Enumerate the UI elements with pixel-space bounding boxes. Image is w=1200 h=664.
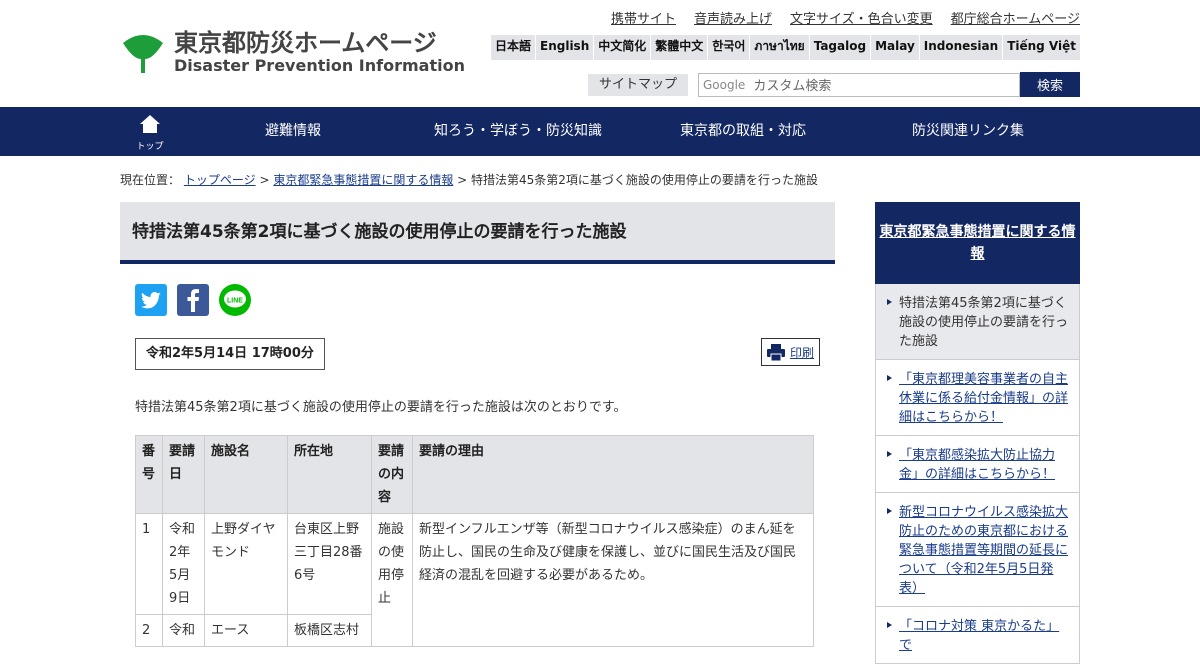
cell-facility-name: エース	[204, 614, 288, 647]
search-input[interactable]: Google カスタム検索	[698, 72, 1020, 97]
lang-chinese-traditional[interactable]: 繁體中文	[651, 35, 708, 60]
header-request-content: 要請の内容	[371, 435, 413, 514]
search-placeholder: カスタム検索	[753, 79, 832, 94]
search-button[interactable]: 検索	[1020, 72, 1080, 97]
lang-japanese[interactable]: 日本語	[490, 35, 535, 60]
sidebar-item-label: 特措法第45条第2項に基づく施設の使用停止の要請を行った施設	[899, 296, 1069, 349]
sidebar-item-link[interactable]: 新型コロナウイルス感染拡大防止のための東京都における緊急事態措置等期間の延長につ…	[899, 505, 1068, 596]
logo-title-en: Disaster Prevention Information	[174, 56, 465, 75]
main-nav: トップ 避難情報 知ろう・学ぼう・防災知識 東京都の取組・対応 防災関連リンク集	[0, 107, 1200, 156]
nav-links[interactable]: 防災関連リンク集	[912, 107, 1024, 156]
breadcrumb-current: 特措法第45条第2項に基づく施設の使用停止の要請を行った施設	[471, 173, 818, 187]
sidebar-list: 特措法第45条第2項に基づく施設の使用停止の要請を行った施設 「東京都理美容事業…	[875, 284, 1080, 664]
table-header-row: 番号 要請日 施設名 所在地 要請の内容 要請の理由	[135, 435, 814, 514]
intro-text: 特措法第45条第2項に基づく施設の使用停止の要請を行った施設は次のとおりです。	[135, 400, 627, 415]
nav-tokyo-measures[interactable]: 東京都の取組・対応	[680, 107, 806, 156]
line-icon[interactable]: LINE	[219, 284, 251, 316]
cell-address: 台東区上野三丁目28番6号	[287, 513, 372, 615]
main-content: 特措法第45条第2項に基づく施設の使用停止の要請を行った施設 LINE 令和2年…	[120, 202, 835, 647]
logo-title-ja: 東京都防災ホームページ	[174, 29, 437, 57]
sidebar-item-barber-benefit[interactable]: 「東京都理美容事業者の自主休業に係る給付金情報」の詳細はこちらから！	[876, 359, 1079, 435]
lang-vietnamese[interactable]: Tiếng Việt	[1003, 35, 1080, 60]
utility-links: 携帯サイト 音声読み上げ 文字サイズ・色合い変更 都庁総合ホームページ	[593, 8, 1080, 27]
publish-date: 令和2年5月14日 17時00分	[135, 338, 325, 370]
page-title: 特措法第45条第2項に基づく施設の使用停止の要請を行った施設	[120, 202, 835, 264]
table-row: 1 令和2年5月9日 上野ダイヤモンド 台東区上野三丁目28番6号 施設の使用停…	[135, 513, 814, 647]
sidebar-item-link[interactable]: 「東京都理美容事業者の自主休業に係る給付金情報」の詳細はこちらから！	[899, 372, 1068, 425]
svg-text:LINE: LINE	[227, 298, 243, 305]
print-button[interactable]: 印刷	[761, 338, 820, 366]
sidebar-heading: 東京都緊急事態措置に関する情報	[875, 202, 1080, 284]
sidebar-heading-link[interactable]: 東京都緊急事態措置に関する情報	[879, 221, 1076, 265]
header-facility-name: 施設名	[204, 435, 288, 514]
facebook-icon[interactable]	[177, 284, 209, 316]
arrow-right-icon	[887, 508, 892, 514]
breadcrumb-label: 現在位置：	[120, 173, 181, 187]
lang-english[interactable]: English	[536, 35, 594, 60]
search-row: サイトマップ Google カスタム検索 検索	[588, 72, 1080, 97]
breadcrumb-emergency[interactable]: 東京都緊急事態措置に関する情報	[273, 173, 453, 187]
sitemap-button[interactable]: サイトマップ	[588, 73, 688, 96]
breadcrumb: 現在位置： トップページ > 東京都緊急事態措置に関する情報 > 特措法第45条…	[120, 173, 818, 187]
arrow-right-icon	[887, 451, 892, 457]
nav-home[interactable]: トップ	[130, 114, 170, 152]
google-label: Google	[703, 77, 746, 92]
nav-home-label: トップ	[136, 142, 164, 152]
breadcrumb-top[interactable]: トップページ	[184, 173, 256, 187]
lang-indonesian[interactable]: Indonesian	[919, 35, 1003, 60]
lang-chinese-simplified[interactable]: 中文简化	[594, 35, 651, 60]
cell-address: 板橋区志村	[287, 614, 372, 647]
arrow-right-icon	[887, 622, 892, 628]
cell-request-date: 令和2年5月9日	[162, 513, 205, 615]
language-bar: 日本語 English 中文简化 繁體中文 한국어 ภาษาไทย Tagalo…	[490, 35, 1080, 60]
share-buttons: LINE	[135, 284, 835, 316]
sidebar-item-emergency-extension[interactable]: 新型コロナウイルス感染拡大防止のための東京都における緊急事態措置等期間の延長につ…	[876, 492, 1079, 606]
cell-facility-name: 上野ダイヤモンド	[204, 513, 288, 615]
cell-request-content: 施設の使用停止	[371, 513, 413, 647]
text-size-color-link[interactable]: 文字サイズ・色合い変更	[790, 8, 933, 27]
arrow-right-icon	[887, 299, 892, 305]
mobile-site-link[interactable]: 携帯サイト	[611, 8, 676, 27]
lang-thai[interactable]: ภาษาไทย	[750, 35, 809, 60]
nav-learn[interactable]: 知ろう・学ぼう・防災知識	[434, 107, 602, 156]
home-icon	[140, 115, 160, 133]
cell-number: 2	[135, 614, 163, 647]
sidebar-item-current: 特措法第45条第2項に基づく施設の使用停止の要請を行った施設	[876, 284, 1079, 359]
header-request-date: 要請日	[162, 435, 205, 514]
print-link[interactable]: 印刷	[790, 344, 814, 361]
sidebar-item-karuta[interactable]: 「コロナ対策 東京かるた」で	[876, 606, 1079, 663]
sidebar-item-link[interactable]: 「東京都感染拡大防止協力金」の詳細はこちらから！	[899, 448, 1055, 482]
nav-evacuation[interactable]: 避難情報	[265, 107, 321, 156]
sidebar-item-link[interactable]: 「コロナ対策 東京かるた」で	[899, 619, 1059, 653]
voice-reading-link[interactable]: 音声読み上げ	[694, 8, 772, 27]
lang-korean[interactable]: 한국어	[708, 35, 750, 60]
site-logo[interactable]: 東京都防災ホームページ Disaster Prevention Informat…	[120, 29, 465, 75]
sidebar: 東京都緊急事態措置に関する情報 特措法第45条第2項に基づく施設の使用停止の要請…	[875, 202, 1080, 664]
arrow-right-icon	[887, 375, 892, 381]
cell-number: 1	[135, 513, 163, 615]
ginkgo-leaf-icon	[123, 35, 163, 73]
cell-request-date: 令和	[162, 614, 205, 647]
twitter-icon[interactable]	[135, 284, 167, 316]
metro-gov-home-link[interactable]: 都庁総合ホームページ	[951, 8, 1080, 27]
sidebar-item-cooperation-fund[interactable]: 「東京都感染拡大防止協力金」の詳細はこちらから！	[876, 435, 1079, 492]
header-address: 所在地	[287, 435, 372, 514]
date-row: 令和2年5月14日 17時00分 印刷	[120, 338, 835, 370]
header-number: 番号	[135, 435, 163, 514]
cell-request-reason: 新型インフルエンザ等（新型コロナウイルス感染症）のまん延を防止し、国民の生命及び…	[412, 513, 814, 647]
facilities-table: 番号 要請日 施設名 所在地 要請の内容 要請の理由 1 令和2年5月9日 上野…	[135, 435, 814, 647]
printer-icon	[766, 343, 785, 361]
header-request-reason: 要請の理由	[412, 435, 814, 514]
lang-malay[interactable]: Malay	[871, 35, 919, 60]
site-header: 東京都防災ホームページ Disaster Prevention Informat…	[0, 0, 1200, 107]
lang-tagalog[interactable]: Tagalog	[809, 35, 871, 60]
